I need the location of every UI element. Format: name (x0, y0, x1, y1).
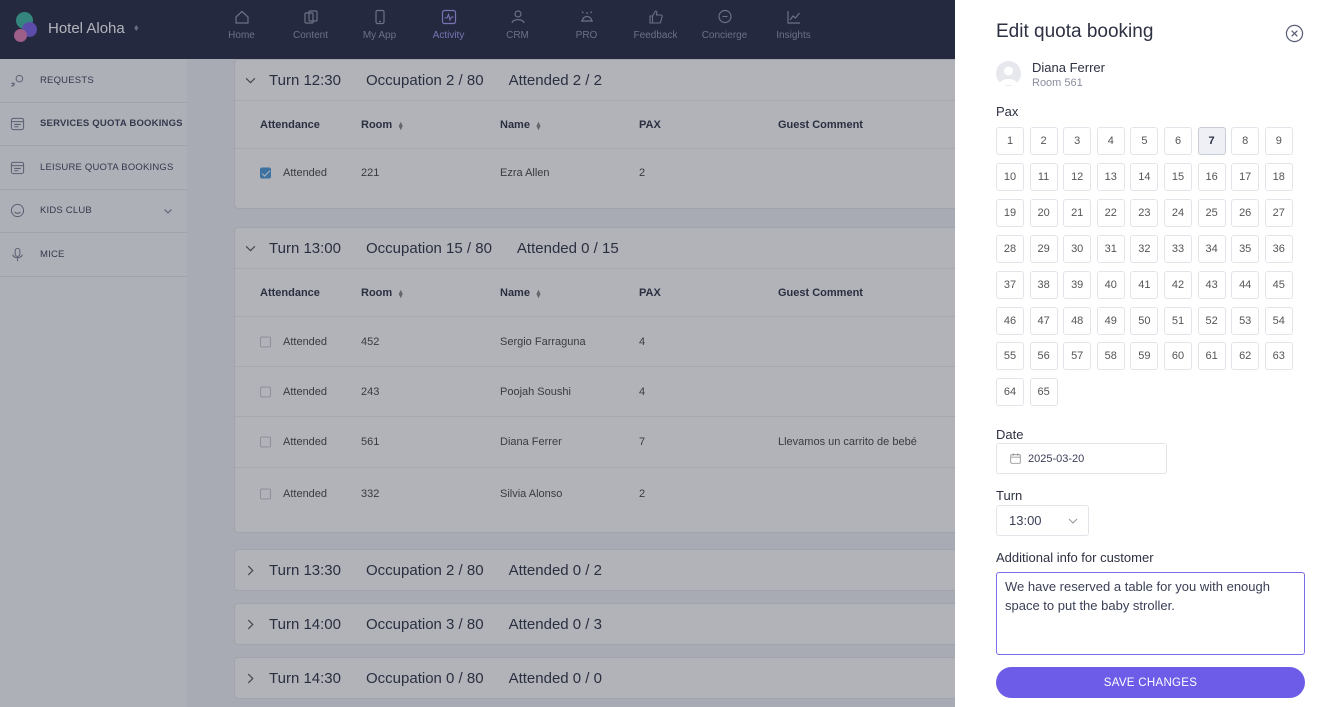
avatar (996, 61, 1021, 86)
pax-option-64[interactable]: 64 (996, 378, 1024, 407)
additional-info-textarea[interactable]: We have reserved a table for you with en… (996, 572, 1305, 655)
pax-option-47[interactable]: 47 (1029, 306, 1058, 335)
pax-option-22[interactable]: 22 (1096, 198, 1125, 227)
pax-option-19[interactable]: 19 (996, 198, 1024, 227)
pax-option-16[interactable]: 16 (1197, 162, 1226, 191)
pax-option-63[interactable]: 63 (1264, 342, 1293, 371)
pax-option-60[interactable]: 60 (1164, 342, 1192, 371)
pax-option-20[interactable]: 20 (1029, 198, 1058, 227)
drawer-title: Edit quota booking (996, 21, 1154, 42)
pax-option-6[interactable]: 6 (1164, 127, 1192, 155)
pax-option-35[interactable]: 35 (1231, 234, 1260, 263)
save-changes-button[interactable]: SAVE CHANGES (996, 667, 1305, 698)
pax-option-44[interactable]: 44 (1231, 270, 1260, 299)
guest-room: Room 561 (1032, 77, 1083, 89)
pax-option-18[interactable]: 18 (1264, 162, 1293, 191)
pax-option-2[interactable]: 2 (1029, 127, 1058, 155)
pax-option-52[interactable]: 52 (1197, 306, 1226, 335)
pax-option-54[interactable]: 54 (1264, 306, 1293, 335)
pax-option-40[interactable]: 40 (1096, 270, 1125, 299)
pax-option-31[interactable]: 31 (1096, 234, 1125, 263)
pax-option-51[interactable]: 51 (1164, 306, 1192, 335)
pax-option-25[interactable]: 25 (1197, 198, 1226, 227)
pax-option-12[interactable]: 12 (1063, 162, 1092, 191)
pax-option-32[interactable]: 32 (1130, 234, 1159, 263)
date-input[interactable]: 2025-03-20 (996, 443, 1167, 474)
pax-option-65[interactable]: 65 (1029, 378, 1058, 407)
pax-option-8[interactable]: 8 (1231, 127, 1260, 155)
pax-option-21[interactable]: 21 (1063, 198, 1092, 227)
calendar-icon (1010, 453, 1021, 464)
pax-option-29[interactable]: 29 (1029, 234, 1058, 263)
turn-label: Turn (996, 488, 1023, 503)
pax-option-46[interactable]: 46 (996, 306, 1024, 335)
pax-option-34[interactable]: 34 (1197, 234, 1226, 263)
date-value: 2025-03-20 (1028, 452, 1085, 465)
pax-option-43[interactable]: 43 (1197, 270, 1226, 299)
pax-option-36[interactable]: 36 (1264, 234, 1293, 263)
pax-option-41[interactable]: 41 (1130, 270, 1159, 299)
pax-option-61[interactable]: 61 (1197, 342, 1226, 371)
pax-option-42[interactable]: 42 (1164, 270, 1192, 299)
user-icon (999, 66, 1018, 85)
pax-option-17[interactable]: 17 (1231, 162, 1260, 191)
pax-option-38[interactable]: 38 (1029, 270, 1058, 299)
pax-option-23[interactable]: 23 (1130, 198, 1159, 227)
pax-option-39[interactable]: 39 (1063, 270, 1092, 299)
pax-option-5[interactable]: 5 (1130, 127, 1159, 155)
edit-booking-drawer: Edit quota booking Diana Ferrer Room 561… (955, 0, 1340, 707)
pax-option-13[interactable]: 13 (1096, 162, 1125, 191)
pax-option-30[interactable]: 30 (1063, 234, 1092, 263)
pax-option-9[interactable]: 9 (1264, 127, 1293, 155)
close-icon[interactable] (1285, 24, 1304, 43)
pax-option-48[interactable]: 48 (1063, 306, 1092, 335)
pax-option-50[interactable]: 50 (1130, 306, 1159, 335)
pax-option-49[interactable]: 49 (1096, 306, 1125, 335)
pax-option-4[interactable]: 4 (1096, 127, 1125, 155)
pax-option-24[interactable]: 24 (1164, 198, 1192, 227)
pax-option-14[interactable]: 14 (1130, 162, 1159, 191)
pax-option-10[interactable]: 10 (996, 162, 1024, 191)
pax-option-55[interactable]: 55 (996, 342, 1024, 371)
pax-option-26[interactable]: 26 (1231, 198, 1260, 227)
pax-label: Pax (996, 104, 1019, 119)
pax-option-15[interactable]: 15 (1164, 162, 1192, 191)
pax-option-1[interactable]: 1 (996, 127, 1024, 155)
pax-option-57[interactable]: 57 (1063, 342, 1092, 371)
date-label: Date (996, 427, 1024, 442)
pax-option-59[interactable]: 59 (1130, 342, 1159, 371)
chevron-down-icon (1068, 518, 1078, 524)
pax-option-56[interactable]: 56 (1029, 342, 1058, 371)
info-label: Additional info for customer (996, 550, 1154, 565)
pax-option-11[interactable]: 11 (1029, 162, 1058, 191)
pax-option-53[interactable]: 53 (1231, 306, 1260, 335)
pax-option-33[interactable]: 33 (1164, 234, 1192, 263)
turn-value: 13:00 (1009, 513, 1042, 528)
guest-name: Diana Ferrer (1032, 60, 1105, 75)
pax-option-37[interactable]: 37 (996, 270, 1024, 299)
pax-option-28[interactable]: 28 (996, 234, 1024, 263)
pax-option-27[interactable]: 27 (1264, 198, 1293, 227)
pax-option-3[interactable]: 3 (1063, 127, 1092, 155)
pax-option-62[interactable]: 62 (1231, 342, 1260, 371)
pax-option-58[interactable]: 58 (1096, 342, 1125, 371)
modal-overlay[interactable] (0, 0, 955, 707)
pax-option-45[interactable]: 45 (1264, 270, 1293, 299)
pax-option-7[interactable]: 7 (1197, 127, 1226, 155)
turn-select[interactable]: 13:00 (996, 505, 1089, 536)
